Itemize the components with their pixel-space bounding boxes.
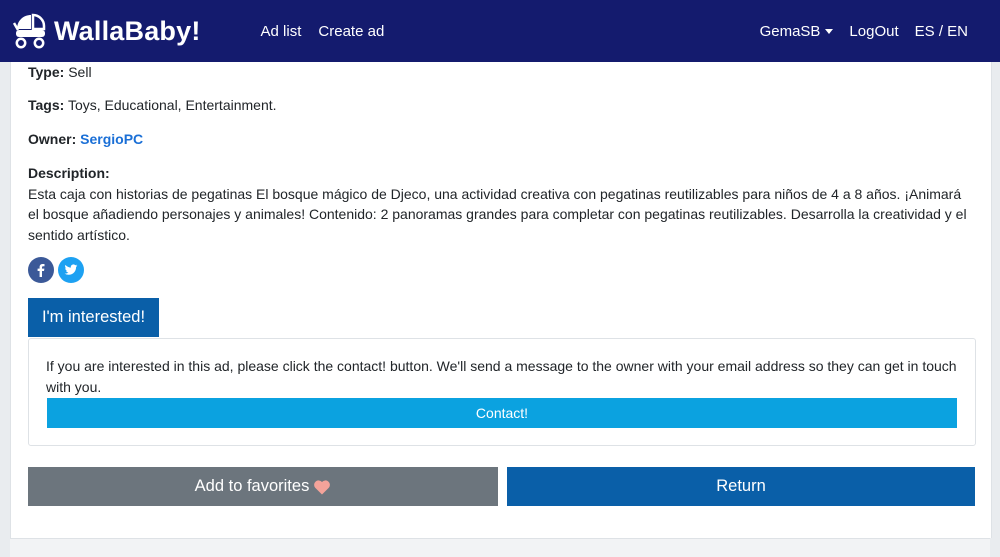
contact-button[interactable]: Contact! xyxy=(47,398,957,428)
ad-owner: Owner: SergioPC xyxy=(28,129,143,149)
caret-down-icon xyxy=(825,28,834,34)
heart-icon xyxy=(313,479,331,495)
user-dropdown[interactable]: GemaSB xyxy=(760,23,834,40)
ad-type: Type: Sell xyxy=(28,62,92,82)
twitter-icon[interactable] xyxy=(58,257,84,283)
ad-detail-card: Type: Sell Tags: Toys, Educational, Ente… xyxy=(10,62,992,538)
contact-box: If you are interested in this ad, please… xyxy=(28,338,976,446)
tags-value: Toys, Educational, Entertainment. xyxy=(67,97,277,113)
footer xyxy=(10,538,990,557)
user-name: GemaSB xyxy=(759,22,821,40)
baby-stroller-icon xyxy=(13,13,46,49)
logout-link[interactable]: LogOut xyxy=(849,23,898,40)
ad-description: Description: Esta caja con historias de … xyxy=(28,163,973,245)
owner-label: Owner: xyxy=(28,131,77,147)
type-label: Type: xyxy=(28,64,65,80)
nav-link-ad-list[interactable]: Ad list xyxy=(261,23,302,40)
ad-tags: Tags: Toys, Educational, Entertainment. xyxy=(28,95,277,115)
add-to-favorites-button[interactable]: Add to favorites xyxy=(28,467,498,506)
description-text: Esta caja con historias de pegatinas El … xyxy=(28,185,967,243)
nav-right: GemaSB LogOut ES / EN xyxy=(744,23,968,40)
language-switch[interactable]: ES / EN xyxy=(915,23,968,40)
facebook-icon[interactable] xyxy=(28,257,54,283)
favorites-label: Add to favorites xyxy=(194,477,310,495)
brand-name: WallaBaby! xyxy=(54,15,201,46)
navbar: WallaBaby! Ad list Create ad GemaSB LogO… xyxy=(0,0,1000,62)
type-value: Sell xyxy=(68,64,92,80)
contact-info-text: If you are interested in this ad, please… xyxy=(46,358,957,395)
owner-link[interactable]: SergioPC xyxy=(80,131,143,147)
tags-label: Tags: xyxy=(28,97,65,113)
nav-links: Ad list Create ad xyxy=(261,23,402,40)
description-label: Description: xyxy=(28,165,110,181)
interested-button[interactable]: I'm interested! xyxy=(28,298,159,337)
nav-link-create-ad[interactable]: Create ad xyxy=(318,23,384,40)
social-share xyxy=(28,257,88,283)
brand[interactable]: WallaBaby! xyxy=(13,13,201,49)
return-button[interactable]: Return xyxy=(507,467,975,506)
